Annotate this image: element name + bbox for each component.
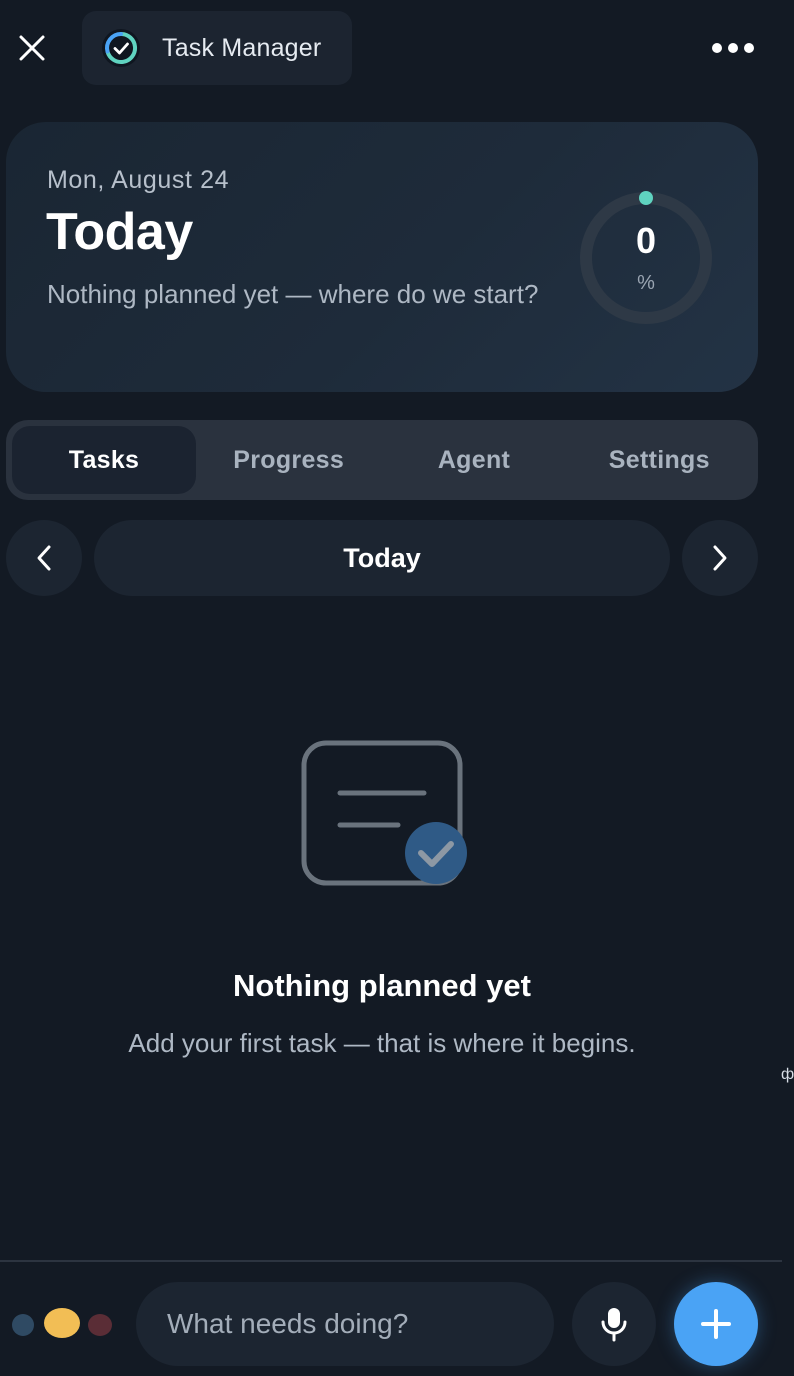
tab-tasks[interactable]: Tasks	[12, 426, 196, 494]
top-bar: Task Manager	[0, 0, 794, 100]
composer-divider	[0, 1260, 782, 1262]
selected-day-label[interactable]: Today	[94, 520, 670, 596]
tab-settings[interactable]: Settings	[567, 426, 752, 494]
close-button[interactable]	[12, 28, 52, 68]
next-day-button[interactable]	[682, 520, 758, 596]
edge-glyph: ф	[781, 1066, 794, 1083]
today-summary-card: Mon, August 24 Today Nothing planned yet…	[6, 122, 758, 392]
day-title: Today	[46, 203, 193, 261]
status-dot-1	[12, 1314, 34, 1336]
more-options-button[interactable]	[708, 32, 758, 64]
microphone-icon	[601, 1308, 627, 1342]
more-horizontal-icon	[712, 43, 754, 53]
chevron-right-icon	[713, 545, 727, 571]
progress-indicator-dot	[639, 191, 653, 205]
progress-ring: 0 %	[576, 188, 716, 328]
status-dots	[12, 1306, 116, 1342]
plus-icon	[701, 1309, 731, 1339]
app-title-chip[interactable]: Task Manager	[82, 11, 352, 85]
progress-value: 0	[635, 220, 657, 261]
voice-input-button[interactable]	[572, 1282, 656, 1366]
empty-state-title: Nothing planned yet	[233, 968, 531, 1003]
app-logo-icon	[102, 29, 140, 67]
current-date: Mon, August 24	[47, 166, 230, 194]
main-tabs: Tasks Progress Agent Settings	[6, 420, 758, 500]
chevron-left-icon	[37, 545, 51, 571]
status-dot-3	[88, 1314, 112, 1336]
add-task-button[interactable]	[674, 1282, 758, 1366]
task-input-wrapper	[136, 1282, 554, 1366]
note-check-icon	[301, 740, 467, 886]
status-dot-2	[44, 1308, 80, 1338]
day-subtitle: Nothing planned yet — where do we start?	[47, 279, 539, 309]
task-input[interactable]	[167, 1308, 554, 1340]
tab-agent[interactable]: Agent	[381, 426, 566, 494]
progress-unit: %	[637, 272, 655, 294]
close-icon	[19, 35, 45, 61]
app-title: Task Manager	[162, 33, 322, 62]
empty-state-subtitle: Add your first task — that is where it b…	[128, 1028, 636, 1058]
previous-day-button[interactable]	[6, 520, 82, 596]
tab-progress[interactable]: Progress	[196, 426, 381, 494]
